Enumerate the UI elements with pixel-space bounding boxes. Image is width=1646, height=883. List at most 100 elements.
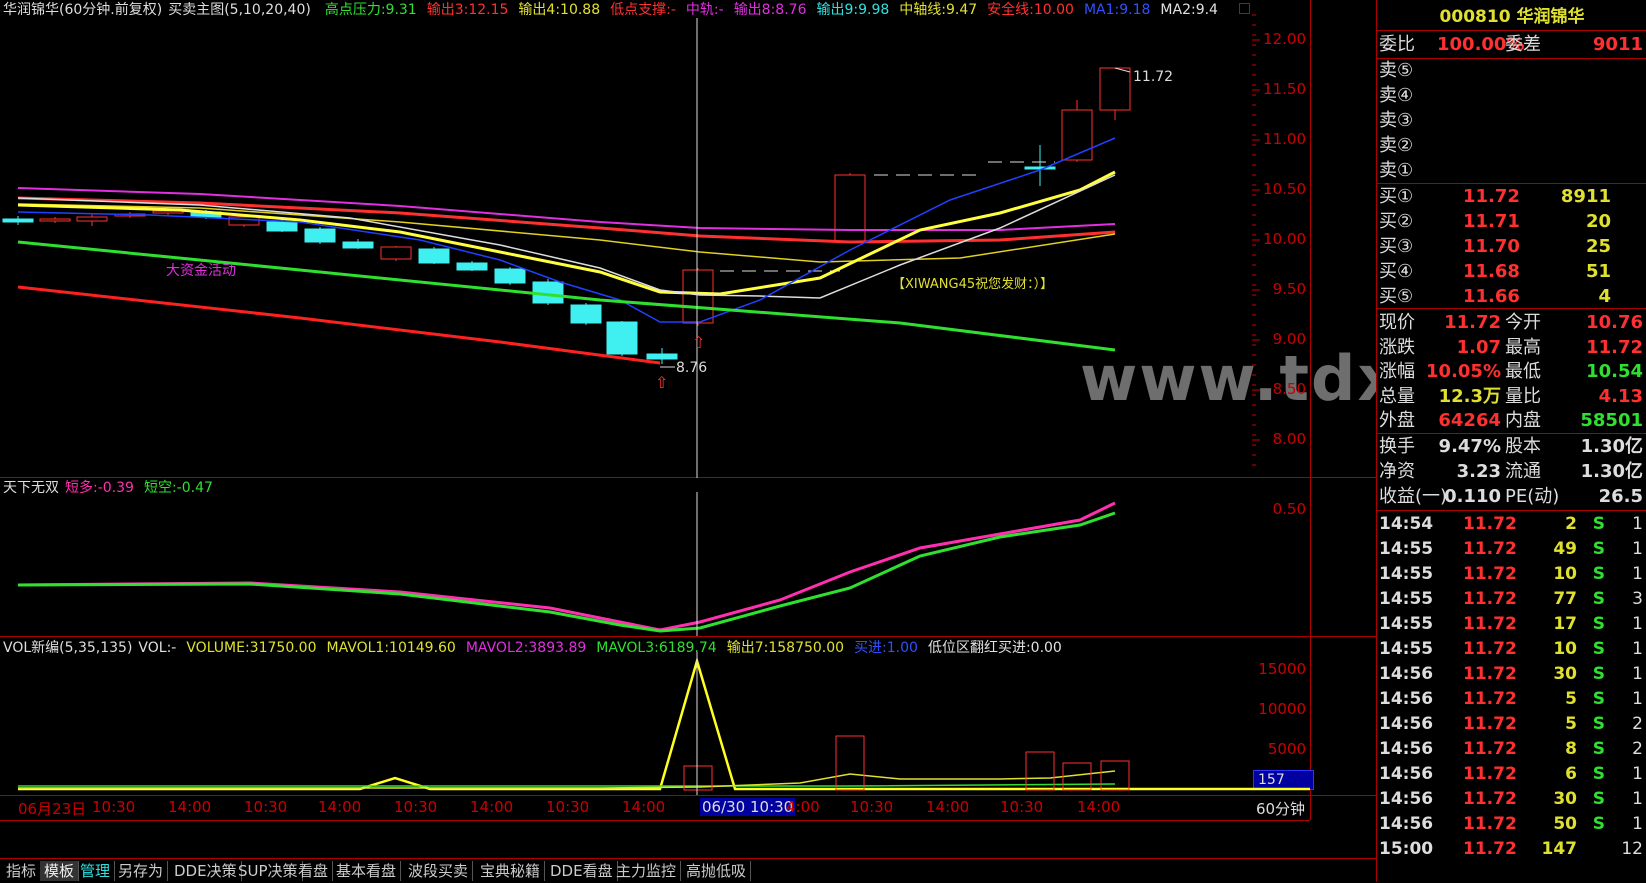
tick-price: 11.72 — [1463, 539, 1517, 559]
time-axis-label: 14:00 — [470, 798, 514, 816]
fund-value: 0.110 — [1444, 486, 1501, 507]
quote-value: 11.72 — [1586, 336, 1643, 358]
tick-price: 11.72 — [1463, 614, 1517, 634]
tick-row: 15:00 11.72 147 12 — [1377, 837, 1646, 862]
tick-side: S — [1592, 539, 1605, 559]
price-axis-label: 9.00 — [1272, 330, 1306, 348]
candle — [606, 321, 638, 355]
low-price-label: 8.76 — [676, 360, 708, 376]
tab-6[interactable]: 看盘 — [294, 861, 334, 881]
period-label[interactable]: 60分钟 — [1253, 798, 1308, 819]
orderbook-label: 买① — [1379, 186, 1414, 207]
orderbook-price: 11.66 — [1463, 286, 1520, 307]
stock-code: 000810 — [1439, 7, 1511, 27]
volume-axis-label: 5000 — [1267, 740, 1306, 758]
candle — [266, 221, 298, 232]
tab-12[interactable]: 高抛低吸 — [682, 861, 752, 881]
fund-label: 股本 — [1505, 436, 1541, 457]
time-axis-label: 06/30 10:30 — [700, 798, 796, 816]
chart-canvas[interactable] — [0, 0, 1310, 830]
tick-count: 1 — [1632, 514, 1643, 534]
orderbook-row: 买③ 11.70 25 — [1377, 234, 1646, 259]
candle — [2, 218, 34, 223]
tick-volume: 6 — [1565, 764, 1577, 784]
quote-label: 最低 — [1505, 361, 1541, 382]
orderbook-label: 买③ — [1379, 236, 1414, 257]
tick-time: 14:56 — [1379, 689, 1434, 709]
tick-count: 1 — [1632, 764, 1643, 784]
orderbook-label: 卖④ — [1379, 85, 1414, 106]
tab-1[interactable]: 模板 — [40, 861, 80, 881]
time-axis-label: 10:30 — [1000, 798, 1044, 816]
tab-3[interactable]: 另存为 — [114, 861, 169, 881]
time-axis-label: 4:00 — [786, 798, 820, 816]
tab-7[interactable]: 基本看盘 — [332, 861, 402, 881]
quote-row: 涨跌 1.07 最高 11.72 — [1377, 335, 1646, 360]
tick-row: 14:56 11.72 5 S 2 — [1377, 712, 1646, 737]
tab-4[interactable]: DDE决策 — [170, 861, 242, 881]
orderbook-row: 买⑤ 11.66 4 — [1377, 284, 1646, 309]
tick-count: 1 — [1632, 664, 1643, 684]
quote-label: 内盘 — [1505, 410, 1541, 431]
big-money-label: 大资金活动 — [166, 263, 236, 279]
time-axis-label: 10:30 — [850, 798, 894, 816]
tab-2[interactable]: 管理 — [76, 861, 116, 881]
orderbook-label: 买④ — [1379, 261, 1414, 282]
weibi-label: 委比 — [1379, 34, 1415, 55]
tick-side: S — [1592, 664, 1605, 684]
weidiff-value: 9011 — [1592, 34, 1643, 55]
tick-volume: 50 — [1553, 814, 1577, 834]
buy-arrow-icon: ⇧ — [655, 373, 669, 392]
tick-count: 12 — [1621, 839, 1643, 859]
quote-row: 外盘 64264 内盘 58501 — [1377, 408, 1646, 433]
quote-value: 58501 — [1580, 410, 1643, 431]
tick-count: 1 — [1632, 614, 1643, 634]
tick-price: 11.72 — [1463, 564, 1517, 584]
trend-line-red — [17, 285, 661, 365]
orderbook-label: 卖① — [1379, 160, 1414, 181]
tick-row: 14:56 11.72 6 S 1 — [1377, 762, 1646, 787]
tab-5[interactable]: SUP决策 — [234, 861, 303, 881]
candle — [76, 216, 108, 222]
volume-axis-label: 10000 — [1258, 700, 1306, 718]
tick-volume: 10 — [1553, 639, 1577, 659]
fund-label: PE(动) — [1505, 486, 1560, 507]
time-axis-label: 10:30 — [92, 798, 136, 816]
tick-side: S — [1592, 714, 1605, 734]
tab-11[interactable]: 主力监控 — [612, 861, 682, 881]
price-axis-label: 8.00 — [1272, 430, 1306, 448]
quote-value: 10.54 — [1586, 361, 1643, 382]
fund-value: 1.30亿 — [1580, 436, 1643, 457]
weibi-row: 委比 100.00% 委差 9011 — [1377, 32, 1646, 58]
tick-side: S — [1592, 514, 1605, 534]
orderbook-row: 卖② — [1377, 133, 1646, 158]
fundamental-row: 净资 3.23 流通 1.30亿 — [1377, 459, 1646, 484]
price-axis-label: 10.50 — [1263, 180, 1306, 198]
orderbook-row: 卖③ — [1377, 108, 1646, 133]
tick-count: 2 — [1632, 739, 1643, 759]
price-axis-label: 10.00 — [1263, 230, 1306, 248]
weidiff-label: 委差 — [1505, 34, 1541, 55]
tick-time: 14:56 — [1379, 764, 1434, 784]
price-axis-label: 8.50 — [1272, 380, 1306, 398]
tick-row: 14:56 11.72 30 S 1 — [1377, 662, 1646, 687]
stock-name: 华润锦华 — [1516, 7, 1585, 27]
tab-10[interactable]: DDE看盘 — [546, 861, 618, 881]
tick-row: 14:56 11.72 5 S 1 — [1377, 687, 1646, 712]
tick-row: 14:56 11.72 8 S 2 — [1377, 737, 1646, 762]
tick-time: 14:54 — [1379, 514, 1434, 534]
tick-price: 11.72 — [1463, 739, 1517, 759]
chart-area[interactable]: 华润锦华(60分钟.前复权) 买卖主图(5,10,20,40) 高点压力:9.31 输… — [0, 0, 1646, 883]
time-axis-label: 14:00 — [318, 798, 362, 816]
time-axis-label: 10:30 — [394, 798, 438, 816]
tab-0[interactable]: 指标 — [2, 861, 42, 881]
orderbook-label: 卖③ — [1379, 110, 1414, 131]
quote-label: 最高 — [1505, 336, 1541, 358]
time-axis-label: 10:30 — [546, 798, 590, 816]
tick-volume: 5 — [1565, 714, 1577, 734]
fund-value: 26.5 — [1598, 486, 1643, 507]
tab-9[interactable]: 宝典秘籍 — [476, 861, 546, 881]
tab-8[interactable]: 波段买卖 — [404, 861, 474, 881]
tick-time: 14:55 — [1379, 589, 1434, 609]
tick-volume: 17 — [1553, 614, 1577, 634]
